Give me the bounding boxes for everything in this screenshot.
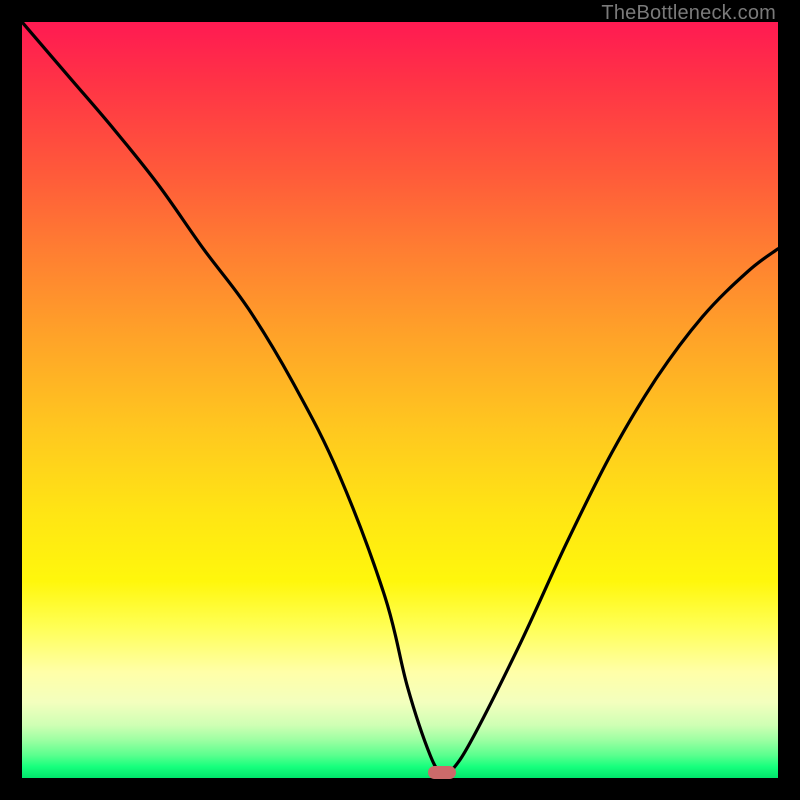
chart-plot-area <box>22 22 778 778</box>
optimal-point-marker <box>428 766 456 779</box>
bottleneck-curve <box>22 22 778 778</box>
watermark-text: TheBottleneck.com <box>601 2 776 25</box>
chart-frame: TheBottleneck.com <box>0 0 800 800</box>
